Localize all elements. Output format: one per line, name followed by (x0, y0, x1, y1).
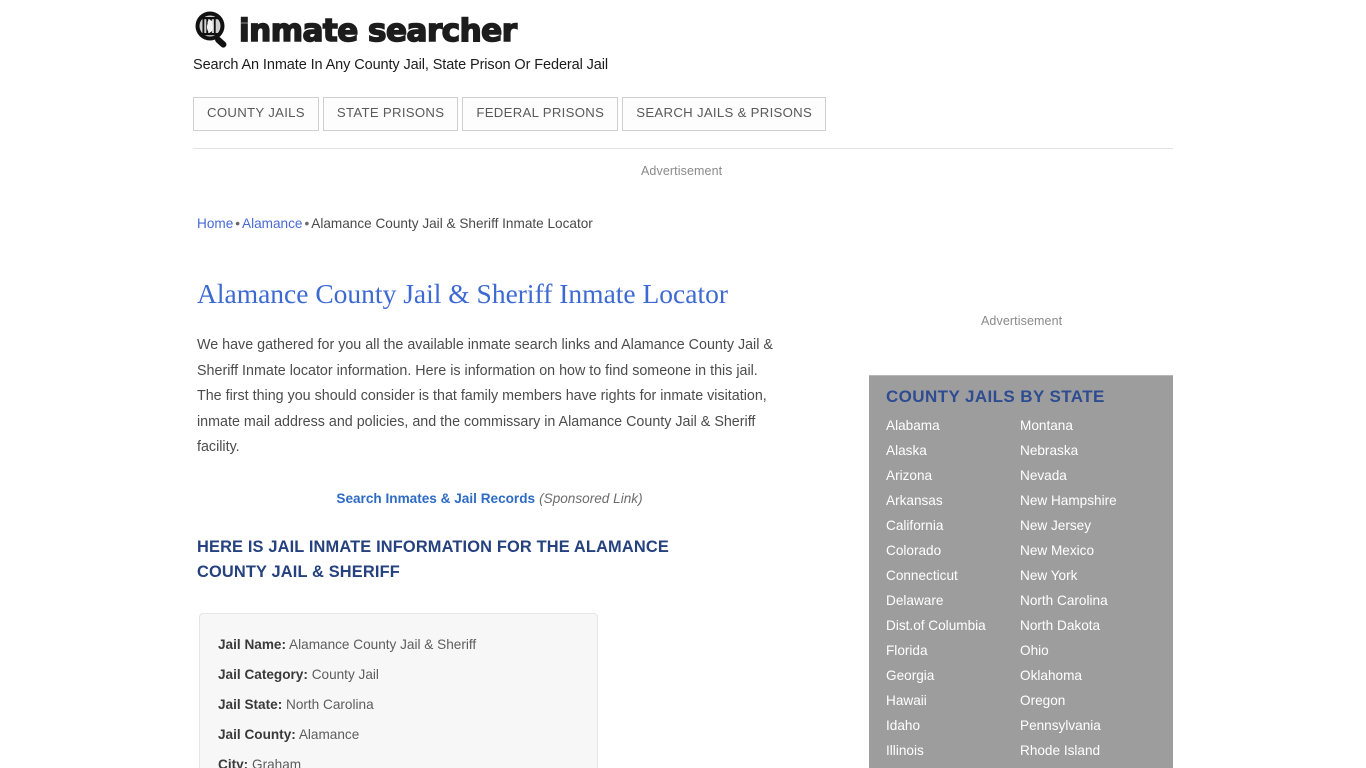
county-jails-by-state-panel: COUNTY JAILS BY STATE Alabama Montana Al… (869, 375, 1173, 768)
info-row-city: City: Graham (218, 750, 579, 768)
breadcrumb-separator-2: • (304, 216, 310, 231)
state-link-pennsylvania[interactable]: Pennsylvania (1020, 713, 1173, 738)
intro-paragraph: We have gathered for you all the availab… (197, 337, 773, 456)
header-divider (193, 148, 1173, 149)
state-link-alaska[interactable]: Alaska (886, 438, 1020, 463)
state-link-florida[interactable]: Florida (886, 638, 1020, 663)
site-logo[interactable]: inmate searcher (193, 0, 1173, 52)
info-value-jail-state: North Carolina (286, 696, 374, 712)
nav-tab-search-jails-prisons[interactable]: SEARCH JAILS & PRISONS (622, 97, 827, 131)
info-label-jail-state: Jail State: (218, 696, 283, 712)
sponsored-link-row: Search Inmates & Jail Records (Sponsored … (197, 491, 782, 506)
state-link-dist-of-columbia[interactable]: Dist.of Columbia (886, 613, 1020, 638)
main-content: Home • Alamance • Alamance County Jail & She… (197, 216, 797, 768)
info-row-jail-name: Jail Name: Alamance County Jail & Sherif… (218, 630, 579, 660)
state-link-nebraska[interactable]: Nebraska (1020, 438, 1173, 463)
info-row-jail-state: Jail State: North Carolina (218, 690, 579, 720)
breadcrumb-home-link[interactable]: Home (197, 216, 233, 231)
sidebar-heading: COUNTY JAILS BY STATE (886, 387, 1105, 406)
nav-tab-state-prisons[interactable]: STATE PRISONS (322, 97, 459, 131)
state-link-arizona[interactable]: Arizona (886, 463, 1020, 488)
breadcrumb-county-link[interactable]: Alamance (242, 216, 302, 231)
magnifier-jail-bars-icon (193, 10, 235, 52)
state-link-alabama[interactable]: Alabama (886, 413, 1020, 438)
info-label-jail-name: Jail Name: (218, 636, 287, 652)
nav-tab-county-jails[interactable]: COUNTY JAILS (193, 97, 319, 131)
top-advertisement-label: Advertisement (641, 164, 723, 178)
section-title: HERE IS JAIL INMATE INFORMATION FOR THE … (197, 537, 669, 581)
state-link-colorado[interactable]: Colorado (886, 538, 1020, 563)
state-link-idaho[interactable]: Idaho (886, 713, 1020, 738)
breadcrumb-current: Alamance County Jail & Sheriff Inmate Lo… (311, 216, 593, 231)
state-link-new-york[interactable]: New York (1020, 563, 1173, 588)
state-link-nevada[interactable]: Nevada (1020, 463, 1173, 488)
site-wordmark: inmate searcher (238, 12, 518, 49)
state-link-oklahoma[interactable]: Oklahoma (1020, 663, 1173, 688)
info-value-jail-county: Alamance (298, 726, 360, 742)
state-link-illinois[interactable]: Illinois (886, 738, 1020, 763)
state-link-delaware[interactable]: Delaware (886, 588, 1020, 613)
sidebar-advertisement-label: Advertisement (981, 314, 1063, 328)
state-link-new-hampshire[interactable]: New Hampshire (1020, 488, 1173, 513)
state-link-arkansas[interactable]: Arkansas (886, 488, 1020, 513)
breadcrumb: Home • Alamance • Alamance County Jail & She… (197, 216, 797, 232)
state-link-north-dakota[interactable]: North Dakota (1020, 613, 1173, 638)
info-row-jail-category: Jail Category: County Jail (218, 660, 579, 690)
info-label-jail-county: Jail County: (218, 726, 296, 742)
sponsored-note: (Sponsored Link) (539, 490, 643, 506)
info-value-jail-name: Alamance County Jail & Sheriff (289, 636, 477, 652)
site-header: inmate searcher Search An Inmate In Any … (193, 0, 1173, 73)
info-label-city: City: (218, 756, 249, 768)
info-row-jail-county: Jail County: Alamance (218, 720, 579, 750)
page-title: Alamance County Jail & Sheriff Inmate Lo… (197, 278, 728, 310)
nav-tab-federal-prisons[interactable]: FEDERAL PRISONS (462, 97, 619, 131)
breadcrumb-separator-1: • (235, 216, 241, 231)
state-link-montana[interactable]: Montana (1020, 413, 1173, 438)
page-root: inmate searcher Search An Inmate In Any … (0, 0, 1366, 768)
info-label-jail-category: Jail Category: (218, 666, 308, 682)
search-inmates-records-link[interactable]: Search Inmates & Jail Records (336, 491, 535, 506)
state-link-north-carolina[interactable]: North Carolina (1020, 588, 1173, 613)
state-link-ohio[interactable]: Ohio (1020, 638, 1173, 663)
state-link-rhode-island[interactable]: Rhode Island (1020, 738, 1173, 763)
info-value-city: Graham (252, 756, 302, 768)
state-link-georgia[interactable]: Georgia (886, 663, 1020, 688)
state-link-california[interactable]: California (886, 513, 1020, 538)
jail-info-box: Jail Name: Alamance County Jail & Sherif… (199, 612, 598, 768)
info-value-jail-category: County Jail (311, 666, 379, 682)
site-tagline: Search An Inmate In Any County Jail, Sta… (193, 57, 609, 73)
state-link-connecticut[interactable]: Connecticut (886, 563, 1020, 588)
state-link-oregon[interactable]: Oregon (1020, 688, 1173, 713)
state-link-hawaii[interactable]: Hawaii (886, 688, 1020, 713)
state-link-new-mexico[interactable]: New Mexico (1020, 538, 1173, 563)
state-links-grid: Alabama Montana Alaska Nebraska Arizona … (869, 413, 1173, 768)
state-link-new-jersey[interactable]: New Jersey (1020, 513, 1173, 538)
main-navigation: COUNTY JAILS STATE PRISONS FEDERAL PRISO… (193, 97, 827, 131)
